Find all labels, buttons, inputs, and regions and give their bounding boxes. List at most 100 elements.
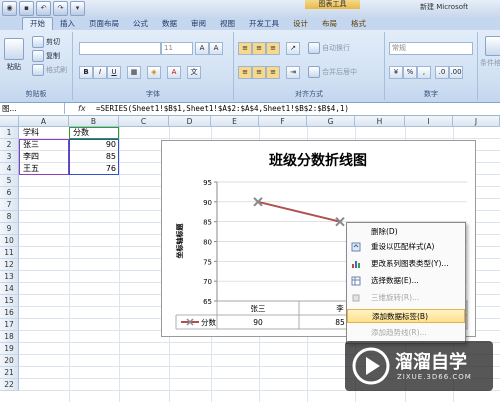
column-header[interactable]: D [169,116,211,127]
tab-page-layout[interactable]: 页面布局 [82,18,126,30]
row-header[interactable]: 19 [0,343,19,355]
column-header[interactable]: J [453,116,500,127]
tab-format[interactable]: 格式 [344,18,373,30]
fill-color-icon[interactable]: ◈ [147,66,161,79]
wrap-text-button[interactable]: 自动换行 [308,42,350,54]
format-painter-button[interactable]: 格式刷 [32,64,67,76]
y-axis-title[interactable]: 坐标轴标题 [175,223,184,259]
tab-review[interactable]: 审阅 [184,18,213,30]
align-bottom-icon[interactable]: ≡ [266,42,280,55]
tab-formulas[interactable]: 公式 [126,18,155,30]
select-data-icon [351,276,361,286]
tab-insert[interactable]: 插入 [53,18,82,30]
percent-icon[interactable]: % [403,66,417,79]
decrease-decimal-icon[interactable]: .00 [449,66,463,79]
row-header[interactable]: 4 [0,163,19,175]
row-header[interactable]: 6 [0,187,19,199]
menu-item-change-chart-type[interactable]: 更改系列图表类型(Y)... [347,257,465,271]
formula-input[interactable]: =SERIES(Sheet1!$B$1,Sheet1!$A$2:$A$4,She… [96,103,349,114]
column-gridline [119,127,120,402]
align-left-icon[interactable]: ≡ [238,66,252,79]
column-header[interactable]: A [19,116,69,127]
row-header[interactable]: 13 [0,271,19,283]
column-header[interactable]: I [405,116,453,127]
row-header[interactable]: 21 [0,367,19,379]
menu-item-select-data[interactable]: 选择数据(E)... [347,274,465,288]
row-header[interactable]: 15 [0,295,19,307]
name-box[interactable]: 图... [0,103,65,114]
menu-item-3d-rotation[interactable]: 三维旋转(R)... [347,291,465,305]
select-all-corner[interactable] [0,116,19,127]
row-header[interactable]: 10 [0,235,19,247]
copy-icon [32,50,44,62]
row-header[interactable]: 18 [0,331,19,343]
row-header[interactable]: 8 [0,211,19,223]
menu-item-add-data-labels[interactable]: 添加数据标签(B) [347,309,465,323]
row-header[interactable]: 14 [0,283,19,295]
orientation-icon[interactable]: ↗ [286,42,300,55]
comma-icon[interactable]: , [417,66,431,79]
bold-button[interactable]: B [79,66,93,79]
paste-button[interactable]: 粘贴 [4,38,24,72]
merge-center-button[interactable]: 合并后居中 [308,66,357,78]
menu-item-delete[interactable]: 删除(D) [347,225,465,239]
font-name-field[interactable] [79,42,161,55]
cut-button[interactable]: 剪切 [32,36,60,48]
row-header[interactable]: 22 [0,379,19,391]
tab-layout[interactable]: 布局 [315,18,344,30]
number-format-select[interactable]: 常规 [389,42,473,55]
tab-developer[interactable]: 开发工具 [242,18,286,30]
copy-label: 复制 [46,52,60,60]
align-top-icon[interactable]: ≡ [238,42,252,55]
row-header[interactable]: 7 [0,199,19,211]
tab-data[interactable]: 数据 [155,18,184,30]
fx-icon[interactable]: fx [78,103,92,114]
underline-button[interactable]: U [107,66,121,79]
column-header[interactable]: E [211,116,259,127]
chart-title[interactable]: 班级分数折线图 [269,152,367,169]
align-middle-icon[interactable]: ≡ [252,42,266,55]
align-right-icon[interactable]: ≡ [266,66,280,79]
chevron-down-icon[interactable]: ▾ [70,1,85,16]
align-center-icon[interactable]: ≡ [252,66,266,79]
undo-icon[interactable]: ↶ [36,1,51,16]
values-range-highlight [69,139,119,175]
row-header[interactable]: 17 [0,319,19,331]
currency-icon[interactable]: ¥ [389,66,403,79]
grow-font-button[interactable]: A [195,42,209,55]
font-size-field[interactable]: 11 [161,42,193,55]
tab-design[interactable]: 设计 [286,18,315,30]
row-header[interactable]: 1 [0,127,19,139]
cell-a1[interactable]: 学科 [23,127,39,139]
phonetic-icon[interactable]: 文 [187,66,201,79]
save-icon[interactable]: ▪ [19,1,34,16]
column-header[interactable]: H [355,116,405,127]
watermark-title: 溜溜自学 [395,352,467,373]
row-header[interactable]: 16 [0,307,19,319]
row-header[interactable]: 12 [0,259,19,271]
column-header[interactable]: G [307,116,355,127]
column-header[interactable]: B [69,116,119,127]
column-header[interactable]: F [259,116,307,127]
italic-button[interactable]: I [93,66,107,79]
border-icon[interactable]: ▦ [127,66,141,79]
tab-home[interactable]: 开始 [22,17,53,30]
menu-item-reset-style[interactable]: 重设以匹配样式(A) [347,240,465,254]
tab-view[interactable]: 视图 [213,18,242,30]
row-header[interactable]: 5 [0,175,19,187]
row-header[interactable]: 20 [0,355,19,367]
row-header[interactable]: 11 [0,247,19,259]
conditional-format-button[interactable]: 条件格式 [480,36,500,68]
increase-decimal-icon[interactable]: .0 [435,66,449,79]
font-color-icon[interactable]: A [167,66,181,79]
redo-icon[interactable]: ↷ [53,1,68,16]
indent-icon[interactable]: ⇥ [286,66,300,79]
office-button-icon[interactable]: ◉ [2,1,17,16]
shrink-font-button[interactable]: A [209,42,223,55]
row-header[interactable]: 9 [0,223,19,235]
copy-button[interactable]: 复制 [32,50,60,62]
menu-item-add-trendline[interactable]: 添加趋势线(R)... [347,326,465,340]
row-header[interactable]: 2 [0,139,19,151]
row-header[interactable]: 3 [0,151,19,163]
column-header[interactable]: C [119,116,169,127]
